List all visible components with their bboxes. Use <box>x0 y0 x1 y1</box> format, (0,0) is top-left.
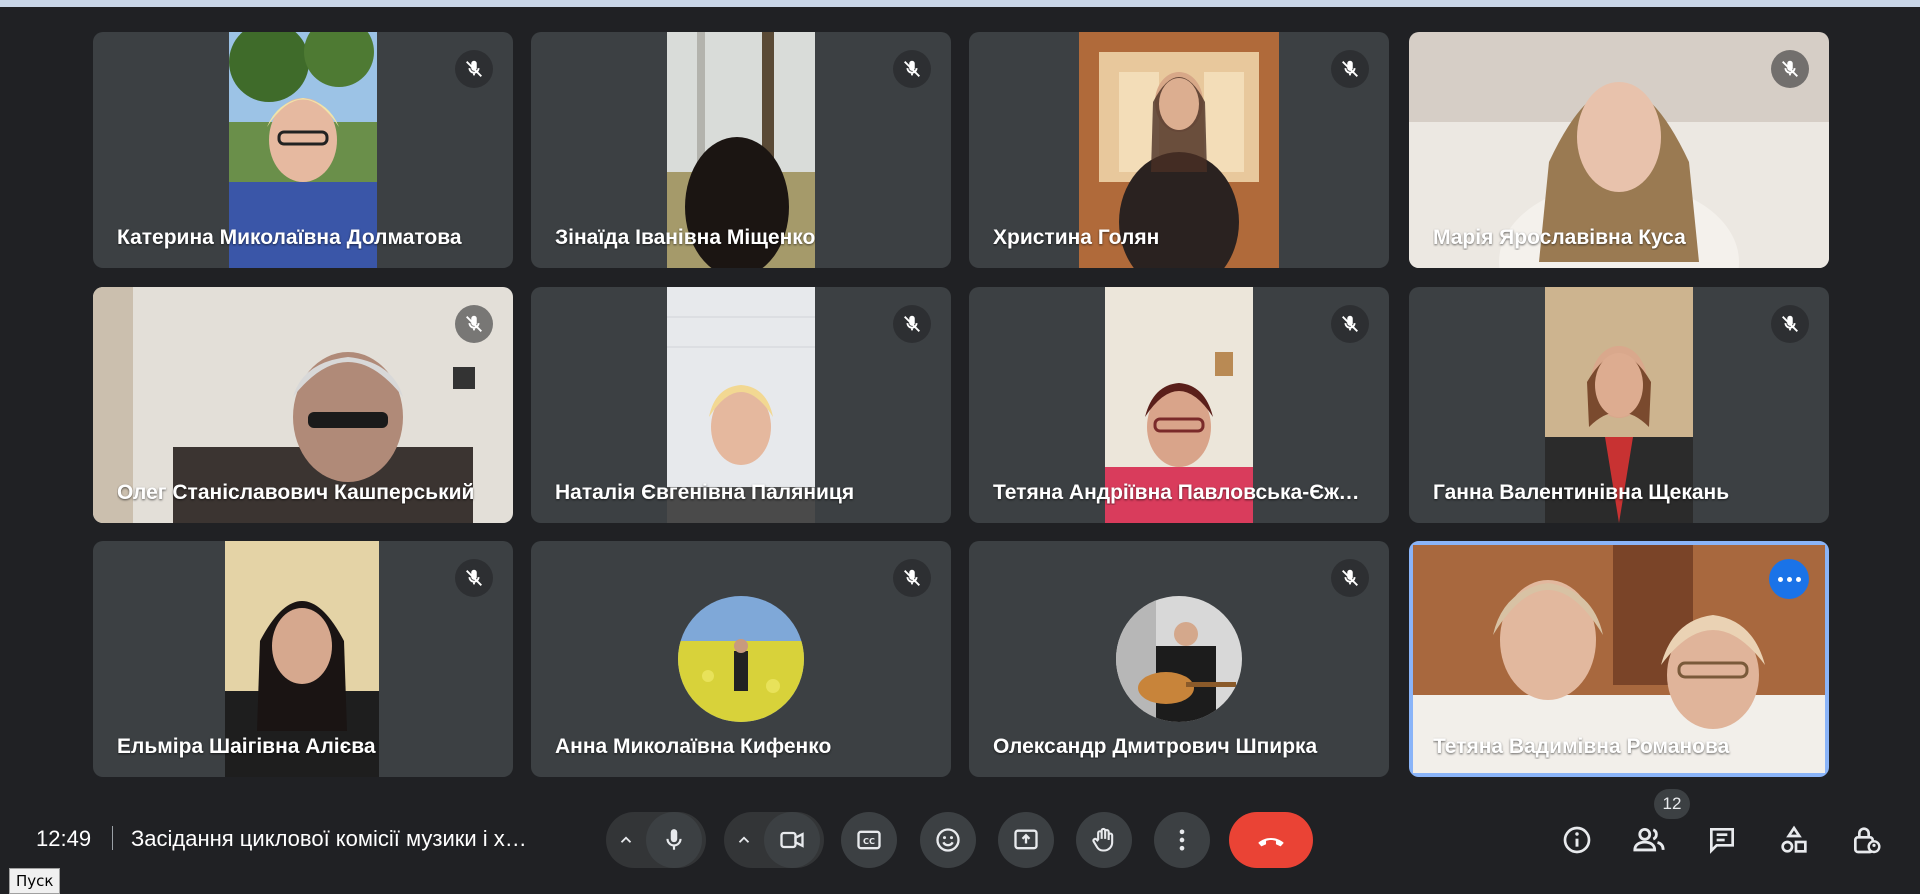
participant-tile-active-speaker[interactable]: Тетяна Вадимівна Романова <box>1409 541 1829 777</box>
participant-name: Олег Станіславович Кашперський <box>117 481 475 504</box>
participant-name: Марія Ярославівна Куса <box>1433 226 1686 249</box>
more-options-button[interactable] <box>1769 559 1809 599</box>
mic-control-group <box>606 812 706 868</box>
participant-grid: Катерина Миколаївна Долматова Зінаїда Ів… <box>93 32 1830 777</box>
participant-name: Зінаїда Іванівна Міщенко <box>555 226 816 249</box>
participant-name: Олександр Дмитрович Шпирка <box>993 735 1318 758</box>
mic-off-icon <box>455 559 493 597</box>
mic-options-chevron-up-icon[interactable] <box>606 812 646 868</box>
host-controls-icon[interactable] <box>1844 818 1888 862</box>
participant-tile[interactable]: Олег Станіславович Кашперський <box>93 287 513 523</box>
participant-name: Тетяна Андріївна Павловська-Єжо… <box>993 481 1365 504</box>
participant-tile[interactable]: Марія Ярославівна Куса <box>1409 32 1829 268</box>
info-icon[interactable] <box>1555 818 1599 862</box>
mic-off-icon <box>455 305 493 343</box>
captions-icon[interactable]: CC <box>841 812 897 868</box>
more-vertical-icon[interactable] <box>1154 812 1210 868</box>
participant-name: Христина Голян <box>993 226 1160 249</box>
activities-icon[interactable] <box>1772 818 1816 862</box>
mic-off-icon <box>893 305 931 343</box>
participant-name: Ганна Валентинівна Щекань <box>1433 481 1730 504</box>
meeting-title: Засідання циклової комісії музики і х… <box>131 826 527 851</box>
mic-off-icon <box>893 559 931 597</box>
chat-icon[interactable] <box>1700 818 1744 862</box>
participant-tile[interactable]: Катерина Миколаївна Долматова <box>93 32 513 268</box>
mic-off-icon <box>893 50 931 88</box>
mic-off-icon <box>455 50 493 88</box>
participant-name: Ельміра Шаігівна Алієва <box>117 735 376 758</box>
participant-name: Тетяна Вадимівна Романова <box>1433 735 1730 758</box>
participant-tile[interactable]: Наталія Євгенівна Паляниця <box>531 287 951 523</box>
participant-tile[interactable]: Тетяна Андріївна Павловська-Єжо… <box>969 287 1389 523</box>
browser-top-strip <box>0 0 1920 7</box>
participant-name: Анна Миколаївна Кифенко <box>555 735 832 758</box>
participant-tile[interactable]: Ельміра Шаігівна Алієва <box>93 541 513 777</box>
emoji-icon[interactable] <box>920 812 976 868</box>
mic-off-icon <box>1331 50 1369 88</box>
taskbar-start-button[interactable]: Пуск <box>9 868 61 894</box>
participant-name: Катерина Миколаївна Долматова <box>117 226 462 249</box>
participant-tile[interactable]: Анна Миколаївна Кифенко <box>531 541 951 777</box>
end-call-icon[interactable] <box>1229 812 1313 868</box>
avatar <box>678 596 804 722</box>
mic-off-icon <box>1331 559 1369 597</box>
participant-tile[interactable]: Зінаїда Іванівна Міщенко <box>531 32 951 268</box>
mic-icon[interactable] <box>646 812 702 868</box>
mic-off-icon <box>1771 50 1809 88</box>
raise-hand-icon[interactable] <box>1076 812 1132 868</box>
camera-icon[interactable] <box>764 812 820 868</box>
camera-options-chevron-up-icon[interactable] <box>724 812 764 868</box>
divider <box>112 826 113 850</box>
present-screen-icon[interactable] <box>998 812 1054 868</box>
participants-count-badge: 12 <box>1654 789 1690 819</box>
participant-name: Наталія Євгенівна Паляниця <box>555 481 855 504</box>
mic-off-icon <box>1771 305 1809 343</box>
participant-tile[interactable]: Олександр Дмитрович Шпирка <box>969 541 1389 777</box>
people-icon[interactable] <box>1627 818 1671 862</box>
camera-control-group <box>724 812 824 868</box>
participant-tile[interactable]: Ганна Валентинівна Щекань <box>1409 287 1829 523</box>
participant-tile[interactable]: Христина Голян <box>969 32 1389 268</box>
control-bar: 12:49 Засідання циклової комісії музики … <box>0 800 1920 876</box>
avatar <box>1116 596 1242 722</box>
clock: 12:49 <box>36 826 92 851</box>
svg-text:CC: CC <box>863 836 875 846</box>
mic-off-icon <box>1331 305 1369 343</box>
